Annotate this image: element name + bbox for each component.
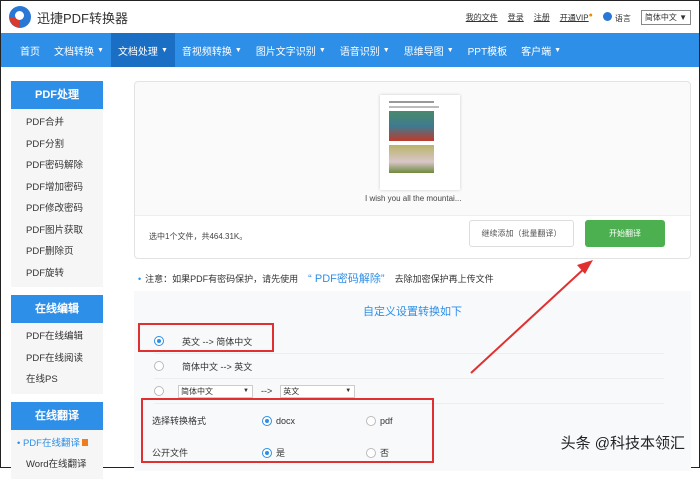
watermark: 头条 @科技本领汇: [560, 435, 685, 452]
red-arrow-annotation: [470, 260, 593, 374]
